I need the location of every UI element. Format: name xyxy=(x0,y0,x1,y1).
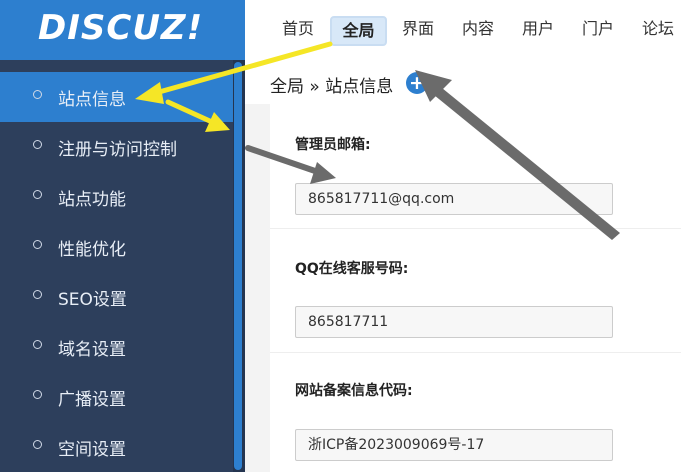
nav-tab-portal[interactable]: 门户 xyxy=(573,16,623,46)
sidebar-item-label: 站点功能 xyxy=(58,190,126,210)
circle-bullet-icon xyxy=(33,390,42,399)
sidebar-item-label: 广播设置 xyxy=(58,390,126,410)
nav-tab-interface[interactable]: 界面 xyxy=(393,16,443,46)
discuz-logo[interactable]: DISCUZ! xyxy=(38,8,203,48)
sidebar-item-label: SEO设置 xyxy=(58,290,127,310)
icp-label: 网站备案信息代码: xyxy=(295,383,413,399)
sidebar-item-label: 注册与访问控制 xyxy=(58,140,177,160)
icp-input[interactable]: 浙ICP备2023009069号-17 xyxy=(295,429,613,461)
circle-bullet-icon xyxy=(33,140,42,149)
admin-email-label: 管理员邮箱: xyxy=(295,137,371,153)
sidebar-item-site-info[interactable]: 站点信息 xyxy=(0,72,233,122)
nav-tab-home[interactable]: 首页 xyxy=(273,16,323,46)
sidebar-item-site-features[interactable]: 站点功能 xyxy=(0,172,233,222)
divider xyxy=(270,228,681,229)
sidebar-item-seo[interactable]: SEO设置 xyxy=(0,272,233,322)
qq-service-label: QQ在线客服号码: xyxy=(295,261,409,277)
sidebar-item-register-access[interactable]: 注册与访问控制 xyxy=(0,122,233,172)
breadcrumb-bar: 全局 » 站点信息 + xyxy=(245,60,681,105)
circle-bullet-icon xyxy=(33,290,42,299)
sidebar-item-label: 域名设置 xyxy=(58,340,126,360)
sidebar-scrollbar[interactable] xyxy=(234,62,242,470)
circle-bullet-icon xyxy=(33,90,42,99)
content-area: 管理员邮箱: 865817711@qq.com QQ在线客服号码: 865817… xyxy=(245,104,681,472)
sidebar-item-label: 性能优化 xyxy=(58,240,126,260)
add-icon[interactable]: + xyxy=(406,72,428,94)
nav-tab-global[interactable]: 全局 xyxy=(330,16,387,46)
sidebar-item-space[interactable]: 空间设置 xyxy=(0,422,233,472)
circle-bullet-icon xyxy=(33,440,42,449)
nav-tab-users[interactable]: 用户 xyxy=(513,16,563,46)
nav-tab-content[interactable]: 内容 xyxy=(453,16,503,46)
sidebar-item-label: 空间设置 xyxy=(58,440,126,460)
qq-service-input[interactable]: 865817711 xyxy=(295,306,613,338)
sidebar-item-label: 站点信息 xyxy=(58,90,126,110)
sidebar-item-domain[interactable]: 域名设置 xyxy=(0,322,233,372)
sidebar-item-performance[interactable]: 性能优化 xyxy=(0,222,233,272)
sidebar: 站点信息 注册与访问控制 站点功能 性能优化 SEO设置 域名设置 广播设置 空… xyxy=(0,60,233,472)
logo-area: DISCUZ! xyxy=(0,0,245,60)
admin-email-input[interactable]: 865817711@qq.com xyxy=(295,183,613,215)
divider xyxy=(270,352,681,353)
circle-bullet-icon xyxy=(33,240,42,249)
circle-bullet-icon xyxy=(33,190,42,199)
settings-panel: 管理员邮箱: 865817711@qq.com QQ在线客服号码: 865817… xyxy=(270,104,681,472)
breadcrumb: 全局 » 站点信息 xyxy=(270,77,394,97)
sidebar-item-broadcast[interactable]: 广播设置 xyxy=(0,372,233,422)
nav-tab-forum[interactable]: 论坛 xyxy=(633,16,681,46)
circle-bullet-icon xyxy=(33,340,42,349)
top-nav: 首页 全局 界面 内容 用户 门户 论坛 xyxy=(245,0,681,60)
